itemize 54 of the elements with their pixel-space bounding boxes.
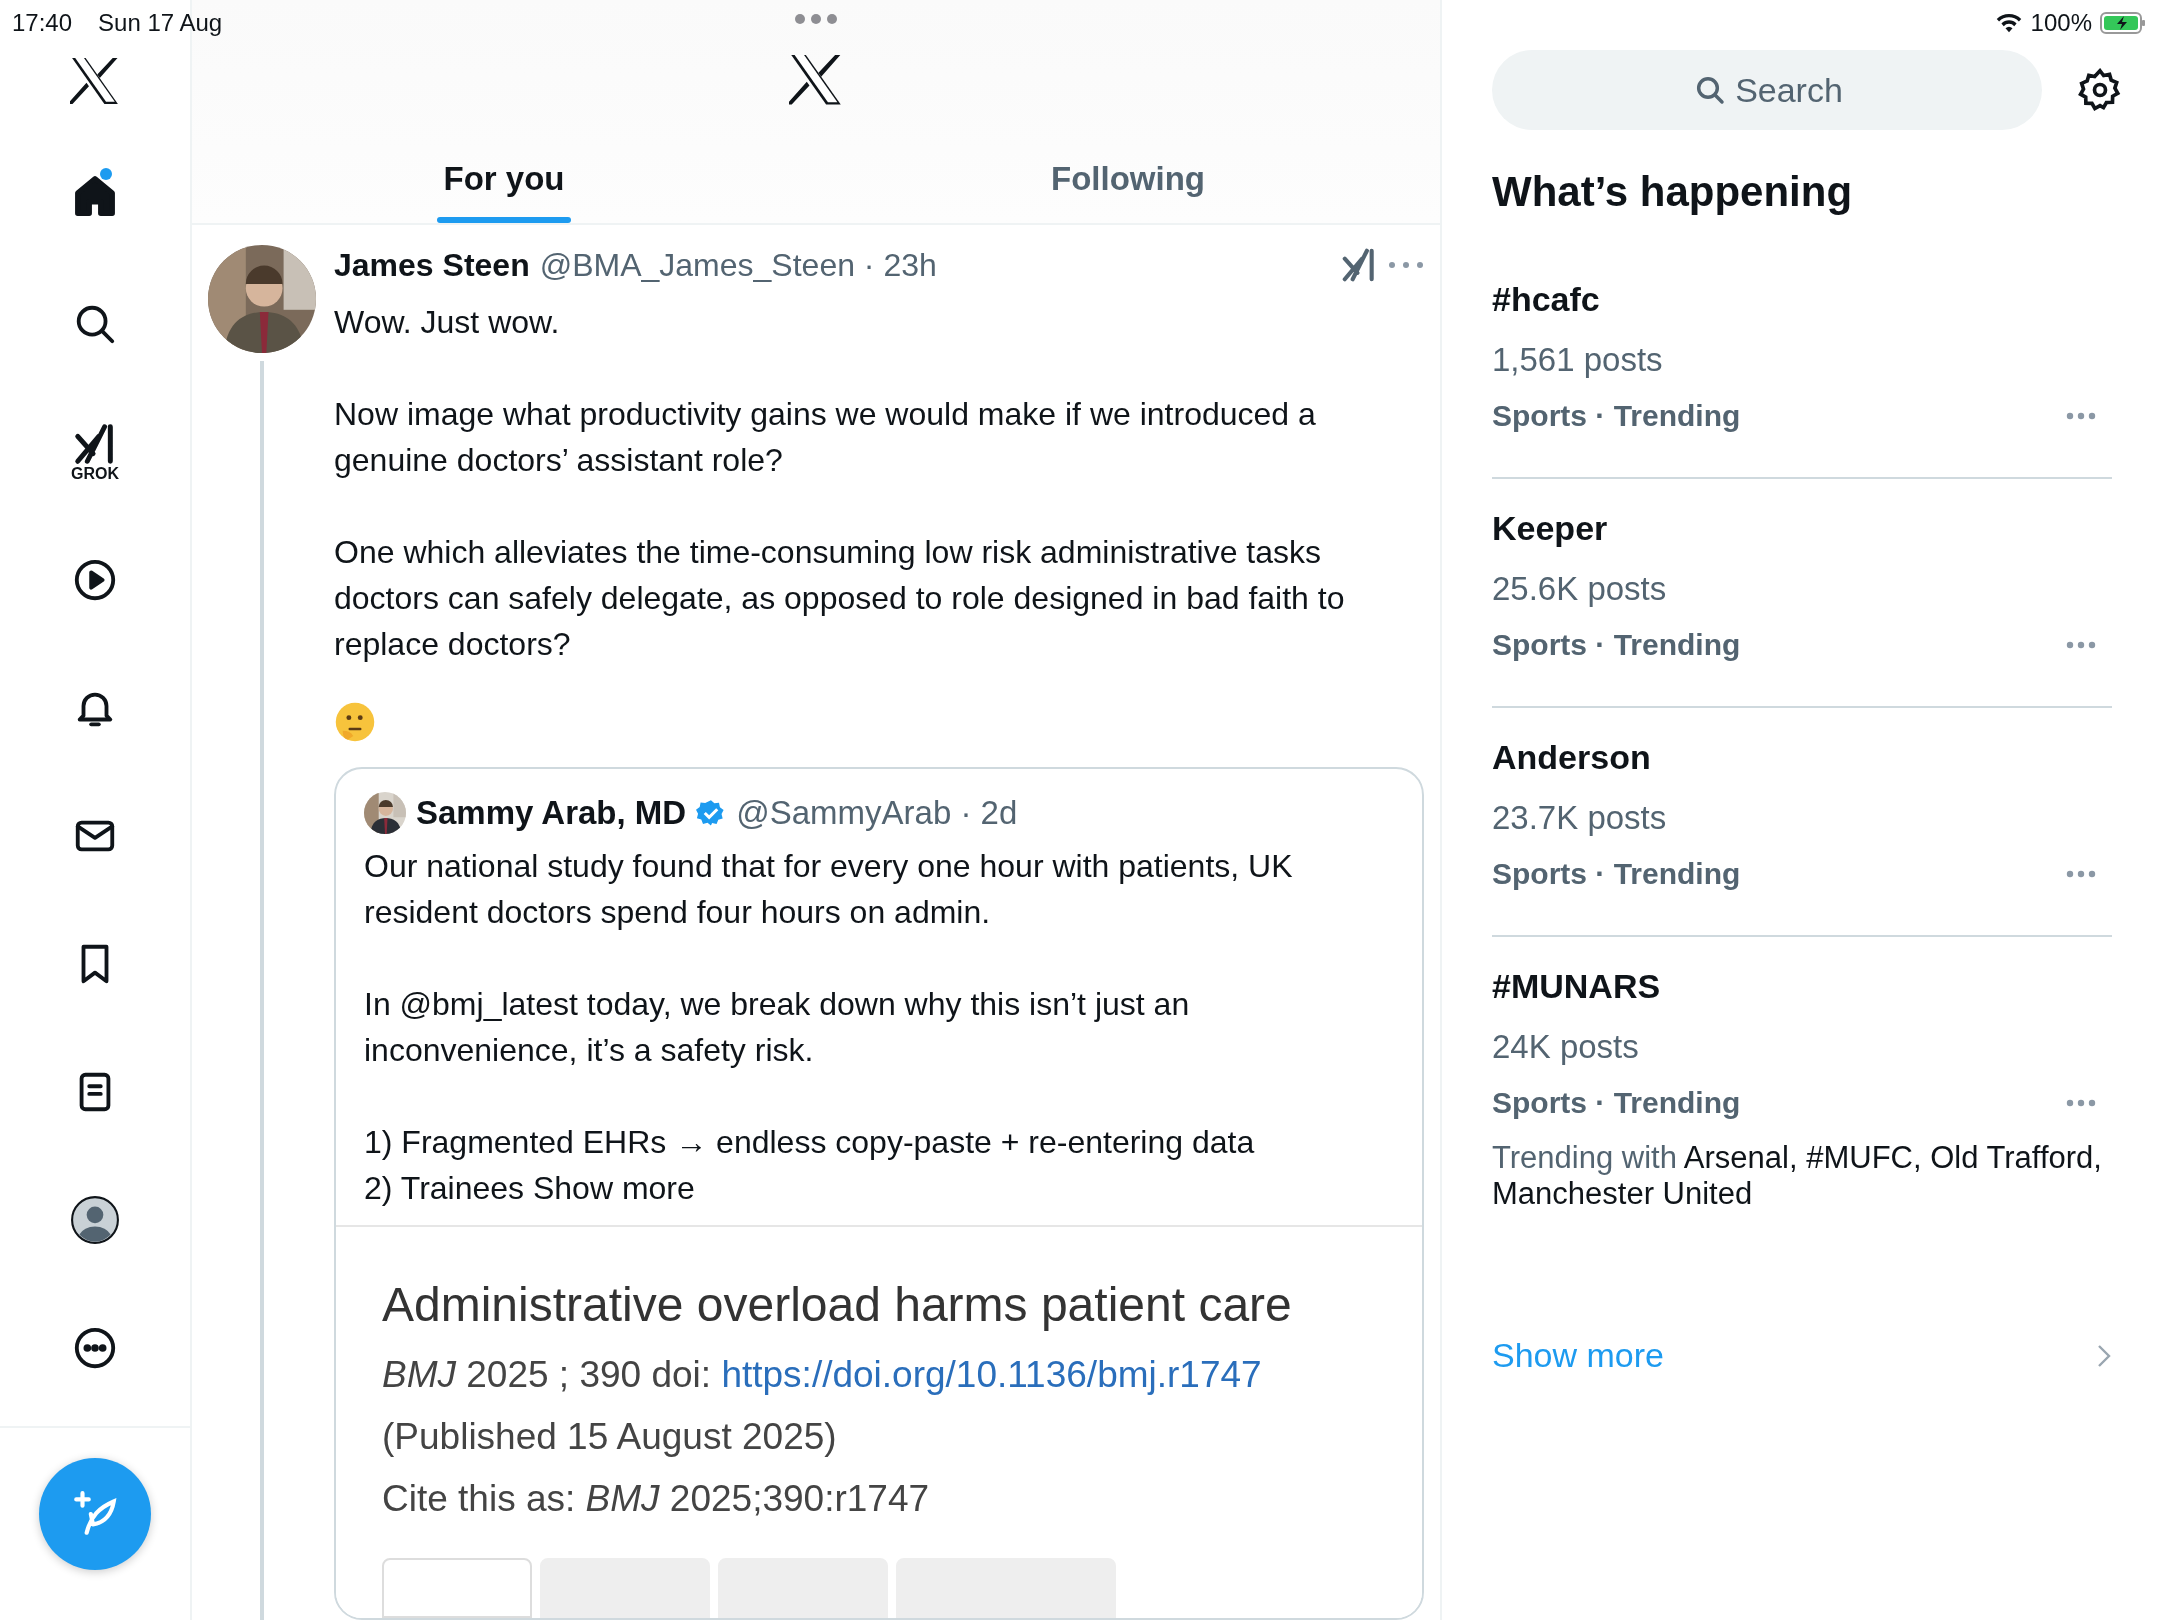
post-count: 1,561 posts <box>1492 341 1664 379</box>
author-name[interactable]: Sammy Arab, MD <box>416 794 687 832</box>
battery-percentage: 100% <box>2030 9 2092 37</box>
quoted-text: Our national study found that for every one hour with patients, UK resident doctors spend four hours on admin. <box>364 847 1294 932</box>
thinking-face-icon <box>334 701 376 743</box>
chevron-right-icon <box>2096 1342 2112 1369</box>
nav-item[interactable]: GROK <box>40 388 150 516</box>
feed-tab[interactable]: Following <box>816 135 1440 223</box>
more-icon[interactable] <box>2066 870 2096 878</box>
quoted-text: 1) Fragmented EHRs → endless copy-paste + re-entering data 2) Trainees Show more <box>364 1123 1256 1208</box>
logo <box>70 58 120 104</box>
battery-icon <box>2100 11 2146 35</box>
tweet-text: Wow. Just wow. <box>334 303 561 342</box>
trend-topic[interactable]: Keeper <box>1492 509 2112 548</box>
doi-link[interactable]: https://doi.org/10.1136/bmj.r1747 <box>721 1354 1262 1395</box>
status-date: Sun 17 Aug <box>98 9 223 37</box>
settings-icon[interactable] <box>2078 68 2122 112</box>
quoted-text: In @bmj_latest today, we break down why this isn’t just an inconvenience, it’s a safety risk. <box>364 985 1191 1070</box>
more-icon[interactable] <box>794 13 838 25</box>
author-handle: @BMA_James_Steen · 23h <box>539 246 937 284</box>
citation-line: BMJ 2025 ; 390 doi: https://doi.org/10.1136/bmj.r1747 <box>382 1354 1263 1396</box>
trending-with-text: Trending with Arsenal, #MUFC, Old Trafford, Manchester United <box>1492 1140 2103 1212</box>
feed-tab[interactable]: For you <box>192 135 816 223</box>
compose-button[interactable] <box>39 1458 151 1570</box>
trend-topic[interactable]: #MUNARS <box>1492 967 2112 1006</box>
search-icon <box>1694 74 1726 106</box>
more-icon[interactable] <box>1388 261 1424 269</box>
trend-topic[interactable]: Anderson <box>1492 738 2112 777</box>
more-icon[interactable] <box>2066 641 2096 649</box>
quoted-post[interactable] <box>334 767 1424 1620</box>
notification-dot <box>100 168 112 180</box>
tweet-text: Now image what productivity gains we would make if we introduced a genuine doctors’ assistant role? <box>334 395 1317 480</box>
author-handle: @SammyArab · 2d <box>736 794 1018 832</box>
more-icon[interactable] <box>2066 412 2096 420</box>
more-icon[interactable] <box>2066 1099 2096 1107</box>
trend-topic[interactable]: #hcafc <box>1492 280 2112 319</box>
clock-time: 17:40 <box>12 9 73 37</box>
citation-text: Cite this as: BMJ 2025;390:r1747 <box>382 1478 931 1520</box>
article-title: Administrative overload harms patient care <box>382 1277 1293 1332</box>
logo <box>789 55 843 105</box>
search-field[interactable]: Search <box>1492 50 2042 130</box>
author-name[interactable]: James Steen <box>334 246 530 284</box>
post-count: 24K posts <box>1492 1028 1640 1066</box>
avatar <box>364 792 406 834</box>
post-count: 25.6K posts <box>1492 570 1668 608</box>
section-heading: What’s happening <box>1492 168 1854 216</box>
published-date: (Published 15 August 2025) <box>382 1416 838 1458</box>
post-count: 23.7K posts <box>1492 799 1668 837</box>
trend-category: Sports · Trending <box>1492 857 1741 891</box>
trend-category: Sports · Trending <box>1492 1086 1741 1120</box>
tweet-text: One which alleviates the time-consuming low risk administrative tasks doctors can safely delegate, as opposed to role designed in bad faith to replace doctors? <box>334 533 1346 664</box>
trend-category: Sports · Trending <box>1492 628 1741 662</box>
wifi-icon <box>1994 12 2023 34</box>
trend-category: Sports · Trending <box>1492 399 1741 433</box>
